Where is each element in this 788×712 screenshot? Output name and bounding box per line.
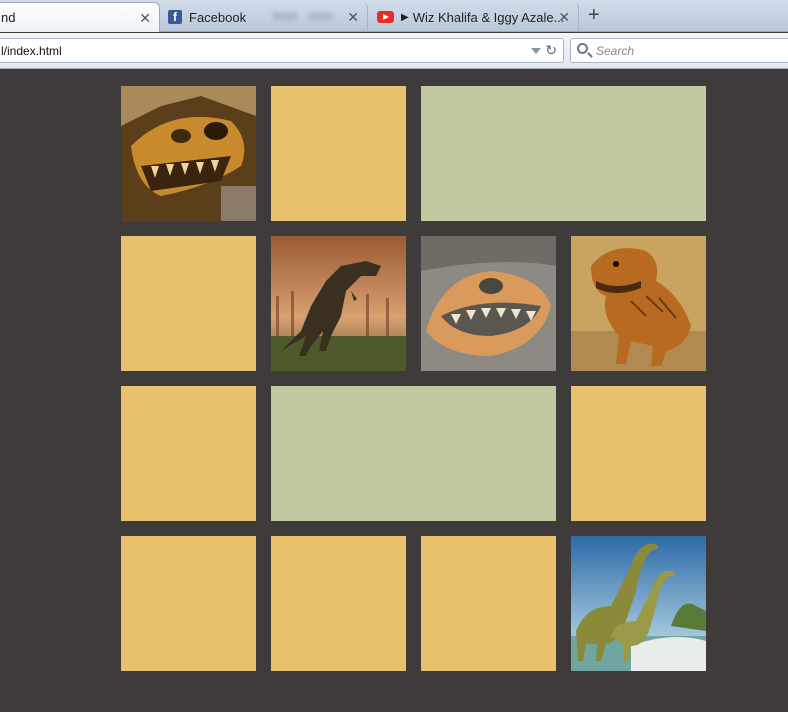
- navigation-bar: l/index.html ↻ Search: [0, 33, 788, 69]
- fossil-skull-rock-photo[interactable]: [421, 236, 556, 371]
- search-placeholder: Search: [596, 44, 635, 58]
- t-rex-forest-image: [271, 236, 406, 371]
- blurred-tab-content: [308, 12, 334, 21]
- facebook-icon: f: [168, 10, 182, 24]
- yellow-tile[interactable]: [121, 386, 256, 521]
- yellow-tile[interactable]: [271, 86, 406, 221]
- sauropods-water-photo[interactable]: [571, 536, 706, 671]
- tab-facebook[interactable]: f Facebook ✕: [160, 2, 368, 32]
- fossil-skull-image: [421, 236, 556, 371]
- search-icon: [577, 43, 588, 54]
- reload-icon[interactable]: ↻: [545, 42, 557, 59]
- dinosaur-skull-photo[interactable]: [121, 86, 256, 221]
- close-tab-icon[interactable]: ✕: [347, 9, 359, 26]
- new-tab-icon[interactable]: +: [588, 4, 600, 27]
- tab-current[interactable]: nd ✕: [0, 2, 160, 32]
- tab-bar: nd ✕ f Facebook ✕ ▶ Wiz Khalifa & Iggy A…: [0, 0, 788, 32]
- yellow-tile[interactable]: [121, 536, 256, 671]
- t-rex-orange-image: [571, 236, 706, 371]
- tab-youtube[interactable]: ▶ Wiz Khalifa & Iggy Azale... ✕: [369, 2, 579, 32]
- close-tab-icon[interactable]: ✕: [139, 10, 151, 27]
- dinosaur-skull-image: [121, 86, 256, 221]
- url-text: l/index.html: [1, 44, 62, 58]
- green-wide-tile[interactable]: [271, 386, 556, 521]
- close-tab-icon[interactable]: ✕: [558, 9, 570, 26]
- url-bar[interactable]: l/index.html ↻: [0, 38, 564, 63]
- playing-indicator-icon: ▶: [401, 11, 409, 23]
- tab-label: Wiz Khalifa & Iggy Azale...: [412, 9, 565, 25]
- yellow-tile[interactable]: [571, 386, 706, 521]
- yellow-tile[interactable]: [121, 236, 256, 371]
- history-dropdown-icon[interactable]: [531, 48, 541, 54]
- search-bar[interactable]: Search: [570, 38, 788, 63]
- sauropods-image: [571, 536, 706, 671]
- yellow-tile[interactable]: [421, 536, 556, 671]
- green-wide-tile[interactable]: [421, 86, 706, 221]
- tile-grid: [121, 86, 706, 671]
- page-content: [0, 70, 788, 712]
- blurred-tab-content: [272, 12, 298, 21]
- t-rex-forest-photo[interactable]: [271, 236, 406, 371]
- tab-label: Facebook: [189, 9, 247, 25]
- t-rex-orange-photo[interactable]: [571, 236, 706, 371]
- tab-label: nd: [1, 10, 16, 25]
- youtube-icon: [377, 11, 394, 23]
- yellow-tile[interactable]: [271, 536, 406, 671]
